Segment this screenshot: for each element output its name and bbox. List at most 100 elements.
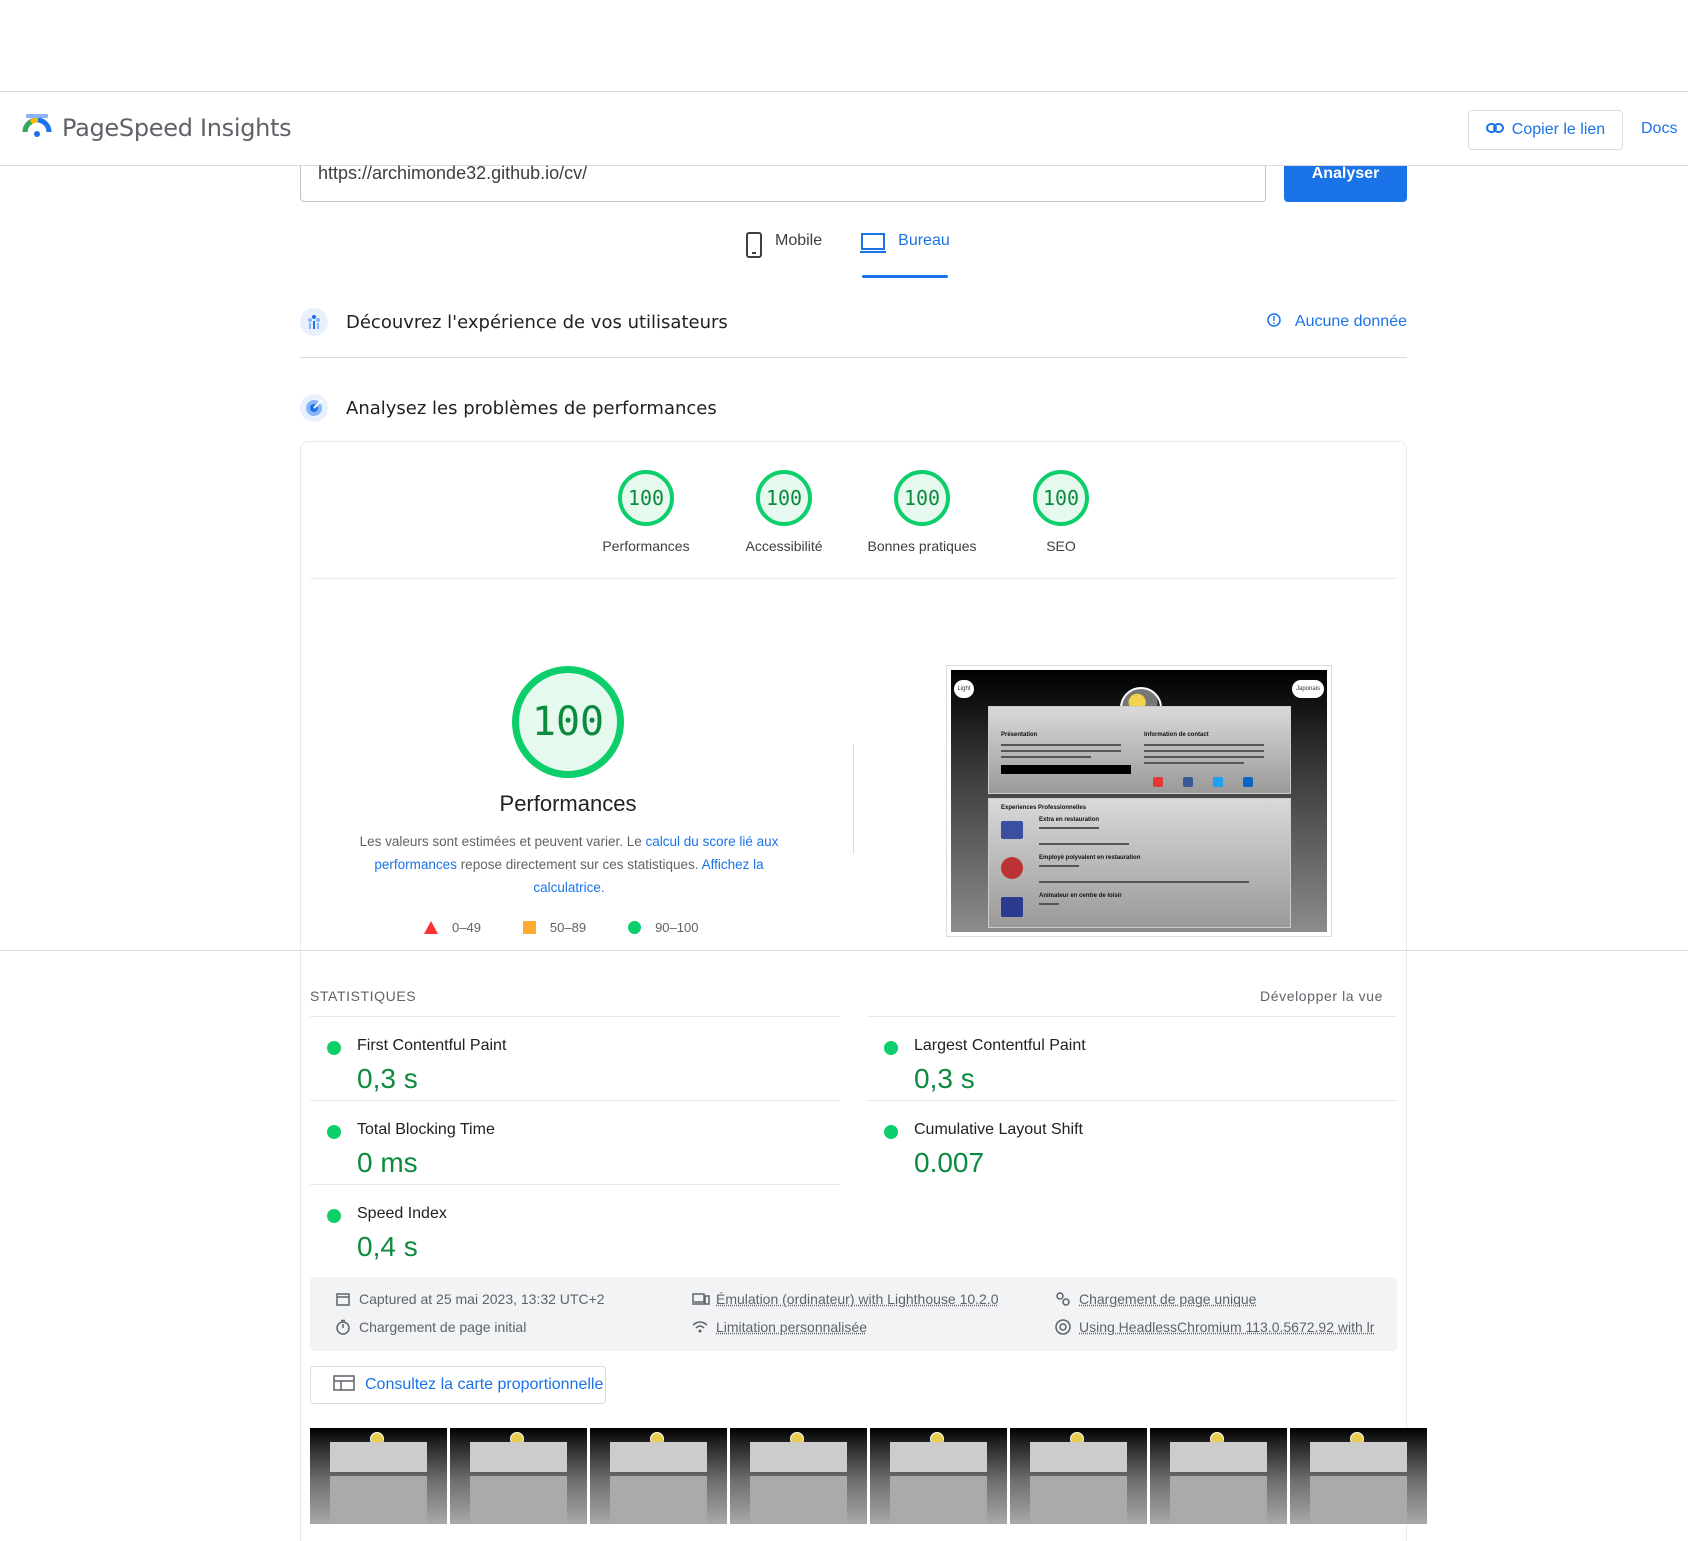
lab-data-title: Analysez les problèmes de performances — [346, 397, 717, 419]
metric-fcp[interactable]: First Contentful Paint 0,3 s — [310, 1016, 840, 1100]
initial-load-label: Chargement de page initial — [359, 1319, 527, 1335]
pass-circle-icon — [327, 1041, 341, 1055]
tab-mobile-label: Mobile — [775, 232, 823, 249]
metric-speed-index[interactable]: Speed Index 0,4 s — [310, 1184, 840, 1268]
metric-lcp-value: 0,3 s — [914, 1063, 975, 1094]
screenshot-job-1: Extra en restauration — [1039, 817, 1100, 823]
text-line — [1001, 744, 1121, 746]
copy-link-button[interactable]: Copier le lien — [1468, 110, 1623, 150]
gauge-accessibility[interactable]: 100 Accessibilité — [714, 470, 854, 554]
gauge-accessibility-score: 100 — [756, 470, 812, 526]
app-header: PageSpeed Insights Copier le lien Docs — [0, 92, 1688, 166]
no-data-link[interactable]: Aucune donnée — [1267, 312, 1407, 332]
screenshot-job-3: Animateur en centre de loisir — [1039, 893, 1122, 899]
emulation-label: Émulation (ordinateur) with Lighthouse 1… — [716, 1291, 999, 1307]
text-line — [1144, 756, 1264, 758]
youtube-icon — [1153, 777, 1163, 787]
leisure-center-logo-icon — [1001, 897, 1023, 917]
score-gauges: 100 Performances 100 Accessibilité 100 B… — [300, 470, 1407, 580]
gauge-accessibility-label: Accessibilité — [745, 538, 823, 554]
gauge-best-practices-score: 100 — [894, 470, 950, 526]
url-input[interactable]: https://archimonde32.github.io/cv/ — [300, 163, 1266, 202]
analyze-label: Analyser — [1311, 165, 1380, 182]
screenshot-contact-title: Information de contact — [1144, 732, 1209, 738]
text-line — [1001, 756, 1091, 758]
gauge-performance-score: 100 — [618, 470, 674, 526]
screenshot-experience-title: Experiences Professionnelles — [1001, 805, 1087, 811]
metric-fcp-name: First Contentful Paint — [357, 1037, 507, 1054]
filmstrip-frame — [1290, 1428, 1427, 1524]
info-icon — [1267, 312, 1281, 332]
metric-cls-name: Cumulative Layout Shift — [914, 1121, 1083, 1138]
text-line — [1001, 750, 1121, 752]
stats-header: STATISTIQUES — [310, 988, 417, 1004]
desc-text-1: Les valeurs sont estimées et peuvent var… — [359, 834, 646, 849]
browser-info[interactable]: Using HeadlessChromium 113.0.5672.92 wit… — [1055, 1319, 1374, 1335]
legend-pass-label: 90–100 — [655, 920, 699, 935]
page: PageSpeed Insights Copier le lien Docs h… — [0, 0, 1688, 1541]
tab-desktop-label: Bureau — [898, 232, 950, 249]
docs-link[interactable]: Docs — [1641, 120, 1677, 138]
single-load-info[interactable]: Chargement de page unique — [1055, 1291, 1256, 1307]
stopwatch-icon — [335, 1319, 351, 1335]
browser-label: Using HeadlessChromium 113.0.5672.92 wit… — [1079, 1319, 1375, 1335]
filmstrip-frame — [870, 1428, 1007, 1524]
pass-circle-icon — [327, 1209, 341, 1223]
tab-mobile[interactable]: Mobile — [745, 232, 822, 280]
single-load-label: Chargement de page unique — [1079, 1291, 1257, 1307]
metric-cls[interactable]: Cumulative Layout Shift 0.007 — [867, 1100, 1397, 1184]
performance-main-title: Performances — [499, 791, 637, 816]
section-divider — [300, 357, 1407, 358]
screenshot-experience-panel: Experiences Professionnelles Extra en re… — [988, 798, 1291, 928]
legend-pass: 90–100 — [628, 920, 698, 935]
employer-logo-icon — [1001, 857, 1023, 879]
performance-main-gauge: 100 — [512, 666, 624, 778]
text-line — [1039, 865, 1079, 867]
metric-tbt-name: Total Blocking Time — [357, 1121, 495, 1138]
final-screenshot-image: Light Japonais Présentation Information … — [951, 670, 1327, 932]
view-treemap-button[interactable]: Consultez la carte proportionnelle — [310, 1366, 606, 1404]
metric-cls-value: 0.007 — [914, 1147, 985, 1178]
text-line — [1039, 843, 1129, 845]
single-session-icon — [1055, 1291, 1071, 1307]
circle-icon — [628, 921, 642, 934]
score-legend: 0–49 50–89 90–100 — [424, 920, 698, 935]
gauge-seo[interactable]: 100 SEO — [991, 470, 1131, 554]
pass-circle-icon — [327, 1125, 341, 1139]
performance-description: Les valeurs sont estimées et peuvent var… — [340, 830, 798, 899]
text-line — [1039, 903, 1059, 905]
brand[interactable]: PageSpeed Insights — [22, 110, 292, 145]
legend-average: 50–89 — [522, 920, 587, 935]
final-screenshot[interactable]: Light Japonais Présentation Information … — [946, 665, 1332, 937]
emulation-info[interactable]: Émulation (ordinateur) with Lighthouse 1… — [692, 1291, 999, 1307]
expand-view-toggle[interactable]: Développer la vue — [1260, 988, 1383, 1004]
metric-speed-index-value: 0,4 s — [357, 1231, 418, 1262]
gauge-performance[interactable]: 100 Performances — [576, 470, 716, 554]
restaurant-logo-icon — [1001, 821, 1023, 839]
tab-desktop[interactable]: Bureau — [860, 232, 950, 280]
laptop-icon — [860, 232, 887, 259]
filmstrip-frame — [450, 1428, 587, 1524]
text-line — [1039, 827, 1099, 829]
lab-data-section: Analysez les problèmes de performances — [300, 394, 1407, 422]
metric-lcp[interactable]: Largest Contentful Paint 0,3 s — [867, 1016, 1397, 1100]
filmstrip-frame — [1010, 1428, 1147, 1524]
analyze-button[interactable]: Analyser — [1284, 166, 1407, 202]
url-value: https://archimonde32.github.io/cv/ — [318, 163, 588, 183]
legend-fail: 0–49 — [424, 920, 481, 935]
copy-link-label: Copier le lien — [1511, 121, 1606, 138]
gauge-divider — [310, 578, 1397, 579]
desc-text-2: repose directement sur ces statistiques. — [456, 857, 702, 872]
run-info-panel: Captured at 25 mai 2023, 13:32 UTC+2 Cha… — [310, 1277, 1397, 1351]
gauge-best-practices[interactable]: 100 Bonnes pratiques — [852, 470, 992, 554]
facebook-icon — [1183, 777, 1193, 787]
devices-icon — [692, 1291, 710, 1307]
screenshot-cv-button — [1001, 765, 1131, 774]
screenshot-job-2: Employé polyvalent en restauration — [1039, 855, 1141, 861]
throttling-info[interactable]: Limitation personnalisée — [692, 1319, 867, 1335]
legend-average-label: 50–89 — [549, 920, 587, 935]
metric-fcp-value: 0,3 s — [357, 1063, 418, 1094]
throttling-label: Limitation personnalisée — [716, 1319, 867, 1335]
metric-tbt[interactable]: Total Blocking Time 0 ms — [310, 1100, 840, 1184]
pass-circle-icon — [884, 1041, 898, 1055]
